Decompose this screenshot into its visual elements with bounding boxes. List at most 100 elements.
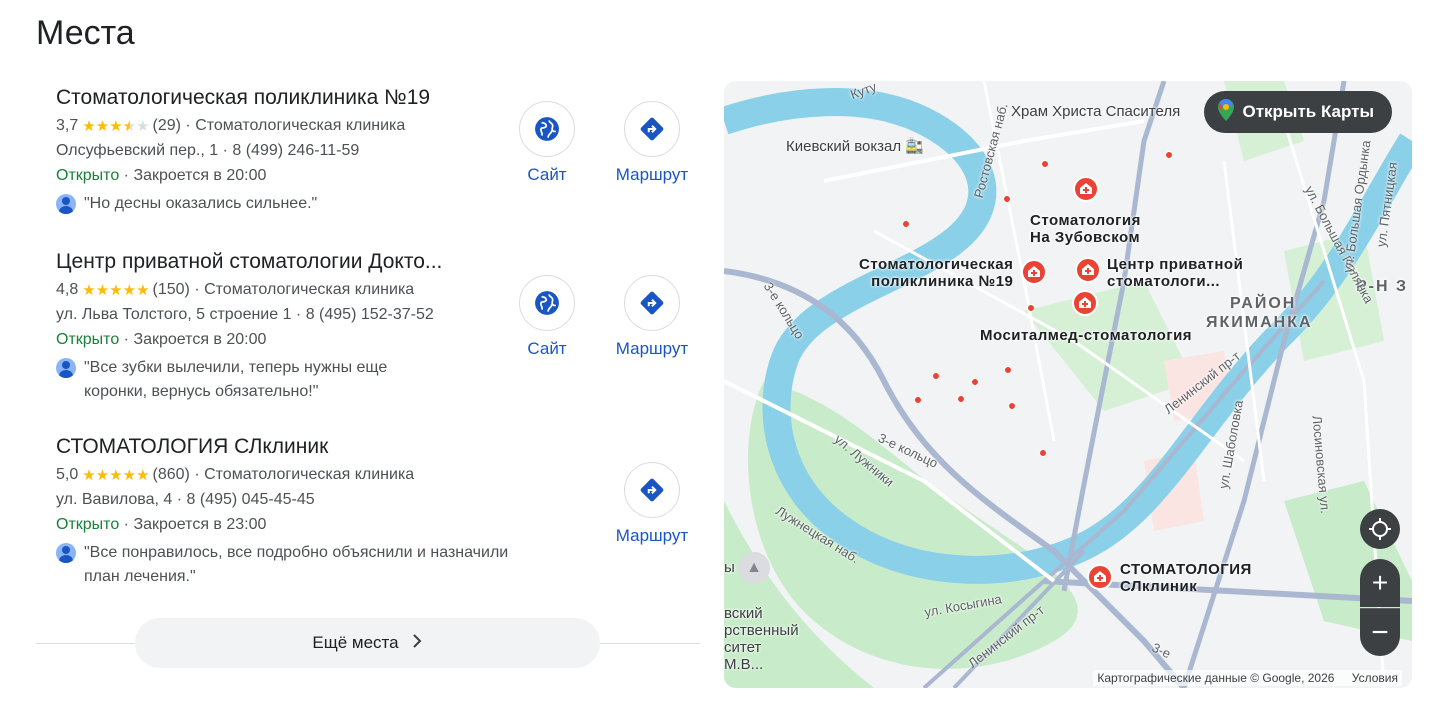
place-category: Стоматологическая клиника (204, 466, 415, 483)
map-dot[interactable] (1039, 449, 1047, 457)
tree-icon[interactable]: ▲ (738, 552, 770, 584)
star-icon: ★ (109, 281, 123, 299)
closing-time: Закроется в 20:00 (133, 167, 267, 184)
terms-link[interactable]: Условия (1352, 671, 1398, 685)
rating-value: 3,7 (56, 117, 79, 134)
zoom-out-button[interactable]: − (1360, 608, 1400, 656)
more-places-button[interactable]: Ещё места (135, 618, 600, 668)
map-dot[interactable] (1165, 151, 1173, 159)
separator: · (189, 281, 205, 298)
place-category: Стоматологическая клиника (195, 117, 406, 134)
route-button[interactable]: Маршрут (607, 462, 697, 546)
map-label-district: РАЙОН (1230, 295, 1297, 312)
star-icon: ★ (95, 466, 110, 484)
attribution-text: Картографические данные © Google, 2026 (1097, 671, 1335, 685)
review-text: "Но десны оказались сильнее." (84, 195, 318, 212)
closing-time: Закроется в 20:00 (133, 331, 267, 348)
train-station-icon: 🚉 (905, 138, 924, 155)
star-icon: ★ (109, 117, 123, 135)
directions-icon (624, 101, 680, 157)
clinic-pin-icon[interactable] (1020, 258, 1048, 286)
route-label: Маршрут (615, 339, 689, 358)
map-dot[interactable] (1041, 160, 1049, 168)
website-label: Сайт (527, 339, 567, 358)
open-maps-button[interactable]: Открыть Карты (1204, 91, 1392, 133)
avatar-icon (56, 358, 76, 378)
separator: · (119, 167, 134, 184)
divider (36, 643, 136, 644)
place-category: Стоматологическая клиника (204, 281, 415, 298)
website-button[interactable]: Сайт (502, 275, 592, 359)
star-half-icon: ★ (122, 117, 137, 135)
closing-time: Закроется в 23:00 (133, 516, 267, 533)
map-dot[interactable] (932, 372, 940, 380)
map-dot[interactable] (1003, 195, 1011, 203)
crosshair-icon (1369, 518, 1391, 540)
map-label-slklinik: СТОМАТОЛОГИЯ СЛклиник (1120, 561, 1252, 595)
review-text: "Все зубки вылечили, теперь нужны еще кор… (84, 359, 388, 400)
map[interactable]: Киевский вокзал 🚉 Храм Христа Спасителя … (724, 81, 1412, 688)
map-dot[interactable] (1008, 402, 1016, 410)
avatar-icon (56, 194, 76, 214)
directions-icon (624, 462, 680, 518)
website-button[interactable]: Сайт (502, 101, 592, 185)
star-icon: ★ (136, 466, 150, 484)
route-label: Маршрут (615, 526, 689, 545)
map-attribution: Картографические данные © Google, 2026 У… (1093, 670, 1402, 686)
rating-value: 5,0 (56, 466, 79, 483)
review-snippet: "Все понравилось, все подробно объяснили… (56, 541, 706, 589)
plus-icon: + (1371, 567, 1389, 598)
route-button[interactable]: Маршрут (607, 101, 697, 185)
rating-stars: ★ ★ ★ ★ ★ (82, 468, 149, 483)
avatar-icon (56, 543, 76, 563)
place-name[interactable]: Центр приватной стоматологии Докто... (56, 250, 706, 274)
review-count: (150) (152, 281, 190, 298)
map-dot[interactable] (957, 395, 965, 403)
map-label-clinic19: Стоматологическая поликлиника №19 (859, 256, 1014, 290)
star-icon: ★ (95, 117, 110, 135)
map-dot[interactable] (914, 396, 922, 404)
rating-value: 4,8 (56, 281, 79, 298)
star-icon: ★ (95, 281, 110, 299)
chevron-right-icon (411, 633, 423, 653)
star-icon: ★ (82, 117, 96, 135)
separator: · (189, 466, 205, 483)
open-status: Открыто (56, 331, 120, 348)
map-dot[interactable] (1027, 304, 1035, 312)
map-label-edge: ы (724, 559, 735, 576)
separator: · (119, 331, 134, 348)
review-count: (29) (152, 117, 181, 134)
globe-icon (519, 275, 575, 331)
clinic-pin-icon[interactable] (1071, 289, 1099, 317)
clinic-pin-icon[interactable] (1072, 175, 1100, 203)
map-dot[interactable] (1004, 366, 1012, 374)
open-status: Открыто (56, 167, 120, 184)
star-icon: ★ (82, 466, 96, 484)
map-dot[interactable] (971, 378, 979, 386)
map-label-msu: вский рственный ситет М.В... (724, 605, 799, 673)
review-text: "Все понравилось, все подробно объяснили… (84, 544, 509, 585)
directions-icon (624, 275, 680, 331)
star-icon: ★ (122, 281, 137, 299)
place-name[interactable]: СТОМАТОЛОГИЯ СЛклиник (56, 435, 706, 459)
star-icon: ★ (109, 466, 123, 484)
map-label-private: Центр приватной стоматологи... (1107, 256, 1244, 290)
rating-stars: ★ ★ ★ ★ ★ (82, 119, 149, 134)
star-icon: ★ (82, 281, 96, 299)
open-status: Открыто (56, 516, 120, 533)
map-dot[interactable] (902, 220, 910, 228)
route-button[interactable]: Маршрут (607, 275, 697, 359)
review-snippet: "Все зубки вылечили, теперь нужны еще кор… (56, 356, 706, 404)
zoom-in-button[interactable]: + (1360, 559, 1400, 607)
my-location-button[interactable] (1360, 509, 1400, 549)
separator: · (180, 117, 196, 134)
clinic-pin-icon[interactable] (1086, 563, 1114, 591)
clinic-pin-icon[interactable] (1074, 256, 1102, 284)
star-icon: ★ (136, 281, 150, 299)
map-label-district-name: ЯКИМАНКА (1206, 314, 1313, 331)
star-empty-icon: ★ (136, 117, 150, 135)
map-label-zubovsky: Стоматология На Зубовском (1030, 212, 1141, 246)
divider (600, 643, 700, 644)
map-base (724, 81, 1412, 688)
star-icon: ★ (122, 466, 137, 484)
